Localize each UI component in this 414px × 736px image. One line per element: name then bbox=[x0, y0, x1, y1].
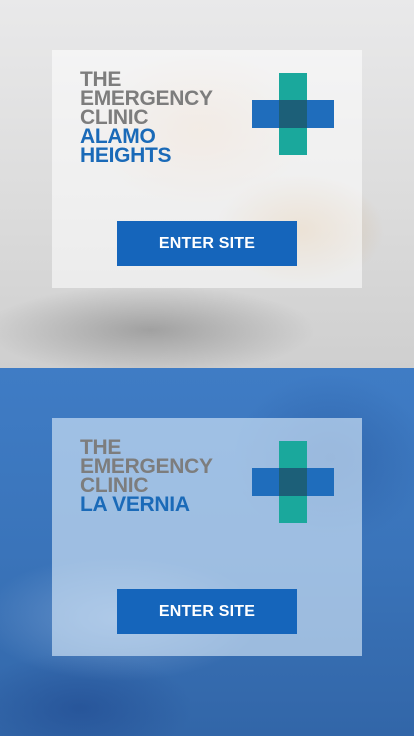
la-vernia-card: THE EMERGENCY CLINIC LA VERNIA ENTER SIT… bbox=[52, 418, 362, 656]
clinic-selector-page: THE EMERGENCY CLINIC ALAMO HEIGHTS ENTER… bbox=[0, 0, 414, 736]
medical-cross-icon bbox=[252, 73, 334, 155]
la-vernia-panel[interactable]: THE EMERGENCY CLINIC LA VERNIA ENTER SIT… bbox=[0, 368, 414, 736]
alamo-heights-logo: THE EMERGENCY CLINIC ALAMO HEIGHTS bbox=[80, 69, 340, 180]
alamo-heights-panel[interactable]: THE EMERGENCY CLINIC ALAMO HEIGHTS ENTER… bbox=[0, 0, 414, 368]
logo-location-line1: LA VERNIA bbox=[80, 493, 190, 516]
logo-location-line2: HEIGHTS bbox=[80, 144, 172, 167]
logo-wordmark: THE EMERGENCY CLINIC LA VERNIA bbox=[80, 437, 213, 516]
logo-wordmark: THE EMERGENCY CLINIC ALAMO HEIGHTS bbox=[80, 69, 213, 167]
enter-site-button-alamo-heights[interactable]: ENTER SITE bbox=[117, 221, 297, 266]
alamo-heights-card: THE EMERGENCY CLINIC ALAMO HEIGHTS ENTER… bbox=[52, 50, 362, 288]
la-vernia-logo: THE EMERGENCY CLINIC LA VERNIA bbox=[80, 437, 340, 548]
enter-site-button-la-vernia[interactable]: ENTER SITE bbox=[117, 589, 297, 634]
medical-cross-icon bbox=[252, 441, 334, 523]
